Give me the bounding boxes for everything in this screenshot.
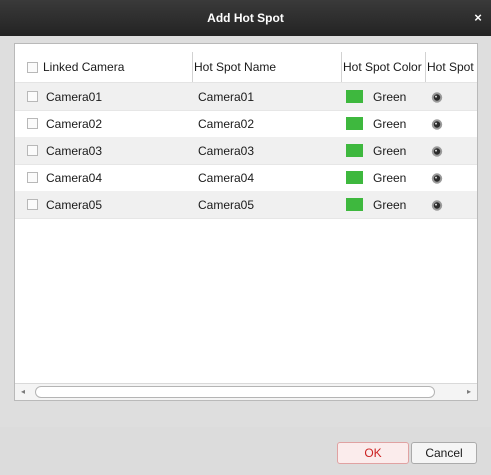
title-bar: Add Hot Spot × [0, 0, 491, 36]
color-swatch [346, 90, 363, 103]
hot-spot-icon-cell[interactable] [430, 191, 470, 218]
camera-icon [430, 198, 444, 212]
select-all-checkbox[interactable] [27, 61, 38, 73]
hot-spot-color-label: Green [373, 116, 407, 131]
camera-icon [430, 144, 444, 158]
linked-camera-label: Camera03 [46, 143, 103, 158]
linked-camera-label: Camera04 [46, 170, 103, 185]
add-hot-spot-dialog: Add Hot Spot × Linked Camera Hot Spot Na… [0, 0, 491, 475]
hot-spot-icon-cell[interactable] [430, 110, 470, 137]
header-hot-spot-color-label: Hot Spot Color [343, 60, 422, 74]
hot-spot-color-label: Green [373, 170, 407, 185]
row-checkbox[interactable] [27, 145, 38, 156]
table-header: Linked Camera Hot Spot Name Hot Spot Col… [15, 52, 478, 83]
hot-spot-color-cell[interactable]: Green [346, 164, 426, 191]
table-row[interactable]: Camera03 Camera03 Green [15, 137, 477, 165]
camera-icon [430, 171, 444, 185]
hot-spot-name-label: Camera02 [198, 116, 255, 131]
close-button[interactable]: × [471, 11, 485, 25]
hot-spot-color-cell[interactable]: Green [346, 137, 426, 164]
camera-icon [430, 90, 444, 104]
header-hot-spot-name-label: Hot Spot Name [194, 60, 277, 74]
cancel-button[interactable]: Cancel [411, 442, 477, 464]
header-hot-spot-icon[interactable]: Hot Spot Ic [425, 52, 478, 82]
header-hot-spot-color[interactable]: Hot Spot Color [341, 52, 426, 82]
color-swatch [346, 198, 363, 211]
hot-spot-color-cell[interactable]: Green [346, 110, 426, 137]
camera-icon [430, 117, 444, 131]
linked-camera-cell: Camera03 [27, 137, 189, 164]
hot-spot-icon-cell[interactable] [430, 164, 470, 191]
hot-spot-name-label: Camera04 [198, 170, 255, 185]
hot-spot-color-label: Green [373, 89, 407, 104]
color-swatch [346, 117, 363, 130]
row-checkbox[interactable] [27, 91, 38, 102]
hot-spot-icon-cell[interactable] [430, 137, 470, 164]
linked-camera-cell: Camera02 [27, 110, 189, 137]
hot-spot-name-cell[interactable]: Camera03 [198, 137, 338, 164]
dialog-title: Add Hot Spot [207, 11, 284, 25]
ok-button[interactable]: OK [337, 442, 409, 464]
linked-camera-cell: Camera04 [27, 164, 189, 191]
color-swatch [346, 144, 363, 157]
scroll-right-arrow[interactable]: ▸ [462, 384, 476, 400]
hot-spot-name-cell[interactable]: Camera02 [198, 110, 338, 137]
table-row[interactable]: Camera02 Camera02 Green [15, 110, 477, 138]
header-hot-spot-icon-label: Hot Spot Ic [427, 60, 478, 74]
scroll-left-arrow[interactable]: ◂ [16, 384, 30, 400]
linked-camera-label: Camera05 [46, 197, 103, 212]
hot-spot-name-label: Camera05 [198, 197, 255, 212]
hot-spot-color-cell[interactable]: Green [346, 83, 426, 110]
hot-spot-name-cell[interactable]: Camera04 [198, 164, 338, 191]
hot-spot-name-label: Camera01 [198, 89, 255, 104]
hot-spot-color-label: Green [373, 143, 407, 158]
linked-camera-cell: Camera05 [27, 191, 189, 218]
row-checkbox[interactable] [27, 118, 38, 129]
hot-spot-table: Linked Camera Hot Spot Name Hot Spot Col… [14, 43, 478, 401]
row-checkbox[interactable] [27, 172, 38, 183]
scroll-thumb[interactable] [35, 386, 435, 398]
hot-spot-name-cell[interactable]: Camera05 [198, 191, 338, 218]
header-hot-spot-name[interactable]: Hot Spot Name [192, 52, 338, 82]
hot-spot-icon-cell[interactable] [430, 83, 470, 110]
table-row[interactable]: Camera04 Camera04 Green [15, 164, 477, 192]
linked-camera-label: Camera02 [46, 116, 103, 131]
hot-spot-color-cell[interactable]: Green [346, 191, 426, 218]
table-row[interactable]: Camera01 Camera01 Green [15, 83, 477, 111]
row-checkbox[interactable] [27, 199, 38, 210]
horizontal-scrollbar[interactable]: ◂ ▸ [15, 383, 477, 400]
linked-camera-cell: Camera01 [27, 83, 189, 110]
color-swatch [346, 171, 363, 184]
header-linked-camera: Linked Camera [27, 52, 189, 82]
linked-camera-label: Camera01 [46, 89, 103, 104]
hot-spot-name-cell[interactable]: Camera01 [198, 83, 338, 110]
table-row[interactable]: Camera05 Camera05 Green [15, 191, 477, 219]
hot-spot-name-label: Camera03 [198, 143, 255, 158]
hot-spot-color-label: Green [373, 197, 407, 212]
header-linked-camera-label: Linked Camera [43, 60, 125, 74]
